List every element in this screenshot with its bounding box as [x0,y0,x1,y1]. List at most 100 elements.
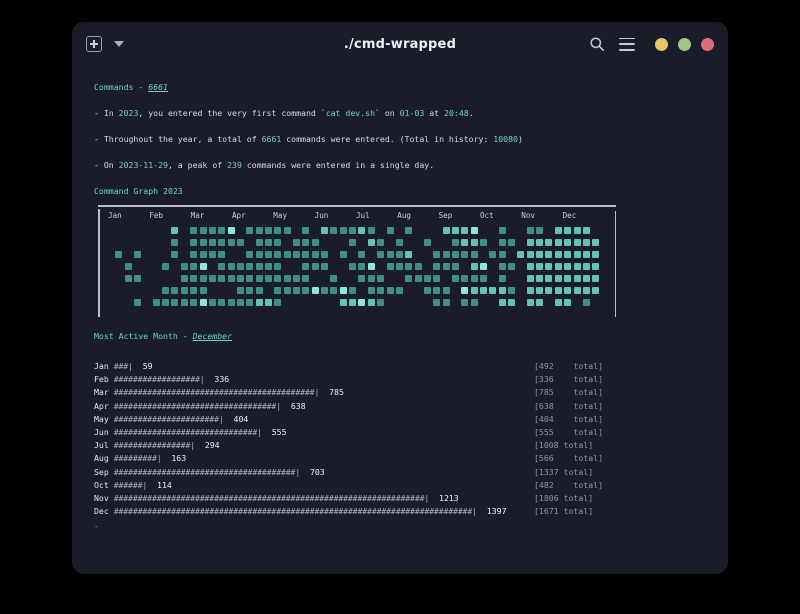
heatmap-cell [396,251,403,258]
bar-value: 404 [224,414,249,424]
heatmap-cell [480,287,487,294]
heatmap-cell [228,299,235,306]
titlebar-left-controls [86,36,124,52]
monthly-bar-chart: Jan ###| 59[492 total]Feb ##############… [94,361,706,519]
heatmap-cell [583,275,590,282]
heatmap-cell [171,299,178,306]
bar-month-label: Sep [94,467,114,477]
search-icon[interactable] [589,36,605,52]
heatmap-cell [237,239,244,246]
maximize-button[interactable] [678,38,691,51]
bar-fill: ########################################… [114,506,477,516]
heatmap-cell [499,299,506,306]
heatmap-row [106,275,604,287]
heatmap-cell [536,275,543,282]
bar-row: Jun ##############################| 555[… [94,427,706,440]
bar-month-label: Mar [94,387,114,397]
bullet3-mid1: , a peak of [168,160,227,170]
heatmap-cell [200,239,207,246]
heatmap-cell [443,287,450,294]
bullet1-mid1: , you entered the very first command ` [138,108,325,118]
bar-fill: ##################| [114,374,205,384]
bar-month-label: Aug [94,453,114,463]
heatmap-cell [461,299,468,306]
bar-row: Feb ##################| 336[336 total] [94,374,706,387]
heatmap-cell [358,227,365,234]
heatmap-cell [517,251,524,258]
heatmap-cell [499,239,506,246]
heatmap-cell [489,251,496,258]
heatmap-cell [218,299,225,306]
heatmap-cell [171,251,178,258]
bar-row: Jul ################| 294[1008 total] [94,440,706,453]
minimize-button[interactable] [655,38,668,51]
heatmap-cell [237,275,244,282]
heatmap-cell [200,275,207,282]
bar-fill: ########################################… [114,493,429,503]
heatmap-cell [293,239,300,246]
heatmap-cell [405,263,412,270]
heatmap-cell [256,239,263,246]
bar-value: 1397 [477,506,507,516]
heatmap-cell [555,263,562,270]
graph-month-label-may: May [273,211,287,221]
heatmap-cell [368,275,375,282]
heatmap-cell [284,275,291,282]
bullet3-date: 2023-11-29 [119,160,168,170]
graph-cells [106,227,604,311]
heatmap-cell [171,239,178,246]
commands-heading-label: Commands - [94,82,148,92]
heatmap-cell [302,227,309,234]
bar-total: [638 total] [534,401,603,412]
heatmap-cell [190,239,197,246]
heatmap-cell [452,263,459,270]
heatmap-cell [265,251,272,258]
close-button[interactable] [701,38,714,51]
bullet1-year: 2023 [119,108,139,118]
heatmap-cell [368,227,375,234]
bullet2-prefix: - Throughout the year, a total of [94,134,262,144]
heatmap-cell [312,287,319,294]
heatmap-cell [377,275,384,282]
heatmap-cell [583,287,590,294]
new-tab-icon[interactable] [86,36,102,52]
heatmap-row [106,251,604,263]
heatmap-cell [433,275,440,282]
heatmap-cell [377,239,384,246]
heatmap-cell [499,251,506,258]
heatmap-cell [228,275,235,282]
heatmap-cell [545,287,552,294]
bar-total: [492 total] [534,361,603,372]
heatmap-cell [358,263,365,270]
heatmap-cell [555,299,562,306]
heatmap-cell [377,251,384,258]
commands-heading: Commands - 6661 [94,82,706,95]
active-month-value: December [193,331,232,341]
heatmap-cell [508,299,515,306]
heatmap-cell [508,239,515,246]
graph-month-label-jun: Jun [315,211,329,221]
heatmap-cell [274,299,281,306]
graph-month-label-jan: Jan [108,211,122,221]
bullet2-mid1: commands were entered. (Total in history… [281,134,493,144]
heatmap-cell [246,299,253,306]
prompt-cursor: - [94,521,706,532]
heatmap-cell [377,299,384,306]
chevron-down-icon[interactable] [114,41,124,47]
heatmap-cell [209,251,216,258]
heatmap-cell [433,251,440,258]
bar-month-label: Jan [94,361,114,371]
heatmap-cell [209,239,216,246]
terminal-content[interactable]: Commands - 6661 - In 2023, you entered t… [72,66,728,574]
heatmap-cell [312,251,319,258]
heatmap-cell [349,287,356,294]
bullet3-suffix: commands were entered in a single day. [242,160,434,170]
hamburger-icon[interactable] [619,38,635,51]
heatmap-cell [433,287,440,294]
bar-row: Apr ##################################| … [94,401,706,414]
heatmap-cell [200,251,207,258]
heatmap-cell [564,251,571,258]
graph-month-label-nov: Nov [521,211,535,221]
heatmap-cell [228,263,235,270]
heatmap-cell [190,299,197,306]
